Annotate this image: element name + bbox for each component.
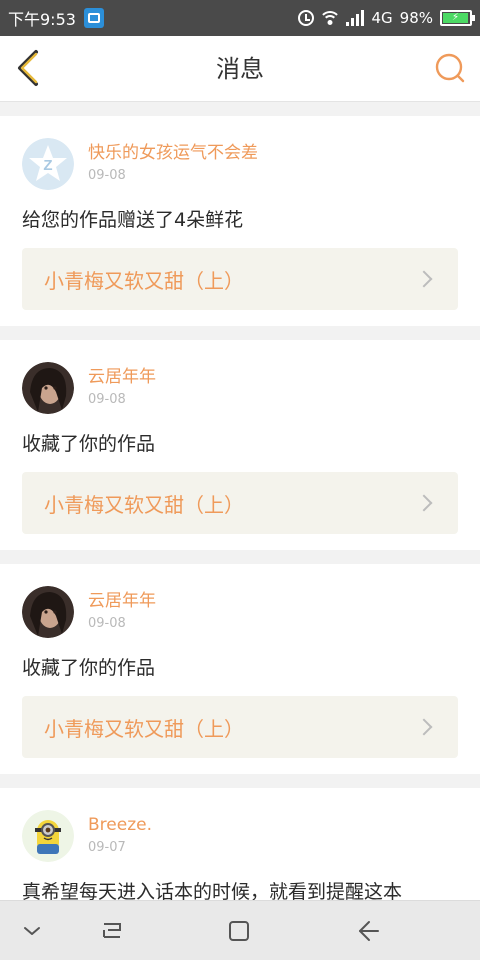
network-type: 4G — [371, 9, 393, 27]
default-avatar-icon: Z — [22, 138, 74, 190]
system-nav-bar — [0, 900, 480, 960]
notification-card: Z 快乐的女孩运气不会差 09-08 给您的作品赠送了4朵鲜花 小青梅又软又甜（… — [0, 116, 480, 326]
nav-hide-button[interactable] — [16, 915, 48, 947]
status-bar: 下午9:53 4G 98% ⚡ — [0, 0, 480, 36]
notification-card: 云居年年 09-08 收藏了你的作品 小青梅又软又甜（上） — [0, 564, 480, 774]
date: 09-07 — [88, 840, 126, 855]
app-header: 消息 — [0, 36, 480, 102]
battery-icon: ⚡ — [440, 10, 475, 26]
date: 09-08 — [88, 616, 126, 631]
status-time: 下午9:53 — [8, 10, 76, 29]
search-icon — [435, 53, 465, 83]
work-title: 小青梅又软又甜（上） — [44, 492, 244, 517]
battery-percent: 98% — [399, 9, 433, 27]
username[interactable]: 云居年年 — [88, 590, 156, 612]
home-icon — [229, 921, 249, 941]
nav-home-button[interactable] — [223, 915, 255, 947]
work-link[interactable]: 小青梅又软又甜（上） — [22, 248, 458, 310]
svg-text:Z: Z — [43, 157, 52, 174]
wifi-icon — [321, 11, 340, 25]
page-title: 消息 — [216, 55, 264, 83]
message-text: 给您的作品赠送了4朵鲜花 — [22, 209, 244, 231]
username[interactable]: 快乐的女孩运气不会差 — [88, 142, 258, 164]
work-title: 小青梅又软又甜（上） — [44, 716, 244, 741]
screen-capture-icon — [83, 8, 104, 28]
user-photo — [22, 586, 74, 638]
notification-card: Breeze. 09-07 真希望每天进入话本的时候，就看到提醒这本 — [0, 788, 480, 900]
message-text: 收藏了你的作品 — [22, 433, 156, 455]
recent-apps-icon — [103, 923, 121, 938]
work-link[interactable]: 小青梅又软又甜（上） — [22, 472, 458, 534]
chevron-right-icon — [415, 494, 433, 512]
date: 09-08 — [88, 392, 126, 407]
notification-card: 云居年年 09-08 收藏了你的作品 小青梅又软又甜（上） — [0, 340, 480, 550]
avatar[interactable] — [22, 586, 74, 638]
notification-list: Z 快乐的女孩运气不会差 09-08 给您的作品赠送了4朵鲜花 小青梅又软又甜（… — [0, 102, 480, 900]
alarm-icon — [298, 10, 315, 26]
avatar[interactable] — [22, 810, 74, 862]
message-text: 真希望每天进入话本的时候，就看到提醒这本 — [22, 881, 403, 900]
nav-recent-button[interactable] — [96, 915, 128, 947]
date: 09-08 — [88, 168, 126, 183]
work-title: 小青梅又软又甜（上） — [44, 268, 244, 293]
chevron-right-icon — [415, 270, 433, 288]
chevron-down-icon — [24, 927, 40, 935]
user-photo — [22, 362, 74, 414]
minion-avatar-icon — [22, 810, 74, 862]
work-link[interactable]: 小青梅又软又甜（上） — [22, 696, 458, 758]
signal-icon — [346, 10, 365, 26]
nav-back-button[interactable] — [352, 915, 384, 947]
message-text: 收藏了你的作品 — [22, 657, 156, 679]
chevron-right-icon — [415, 718, 433, 736]
avatar[interactable] — [22, 362, 74, 414]
search-button[interactable] — [432, 50, 468, 86]
back-icon — [359, 921, 379, 941]
avatar[interactable]: Z — [22, 138, 74, 190]
username[interactable]: Breeze. — [88, 814, 152, 836]
username[interactable]: 云居年年 — [88, 366, 156, 388]
